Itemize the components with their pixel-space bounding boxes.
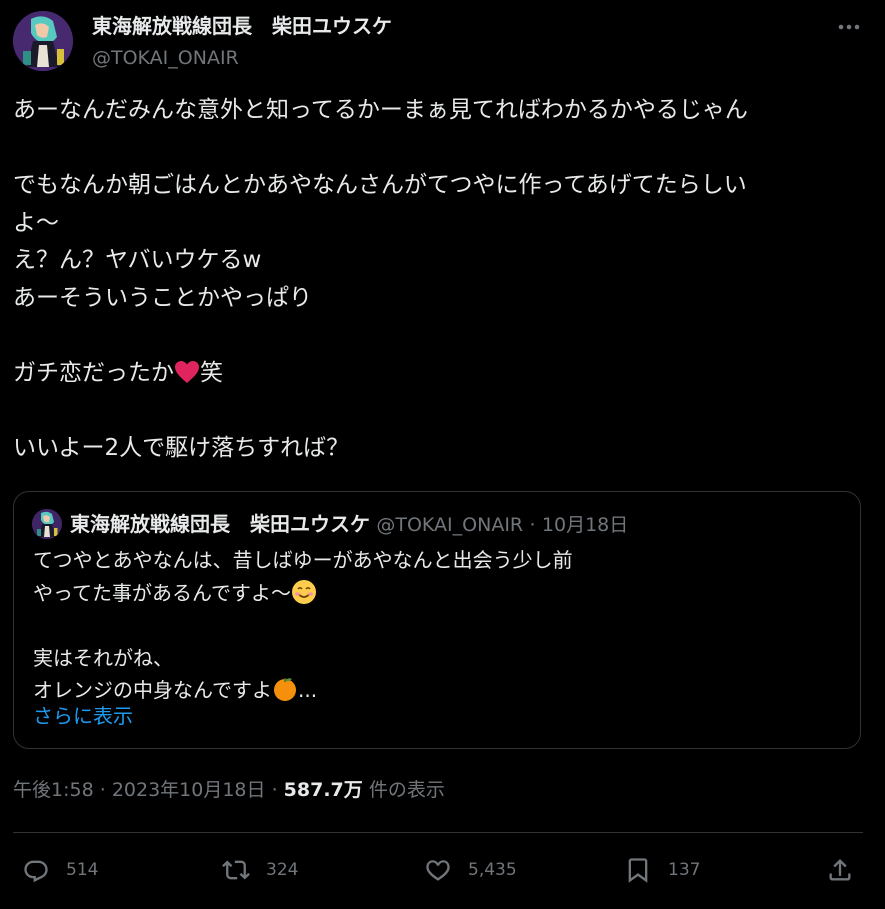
orange-emoji-icon	[274, 678, 296, 701]
tweet-line: え？ん？ヤバいウケるw	[13, 247, 262, 273]
heart-suffix: 笑	[200, 359, 223, 386]
bookmark-icon	[622, 854, 654, 886]
quote-line: てつやとあやなんは、昔しばゆーがあやなんと出会う少し前	[33, 548, 573, 572]
avatar-image-icon	[32, 509, 62, 539]
tweet-line: よ〜	[13, 209, 59, 236]
show-more-link[interactable]: さらに表示	[33, 700, 133, 732]
quote-line-text: オレンジの中身なんですよ	[33, 678, 272, 702]
tweet-meta: 午後1:58 · 2023年10月18日 · 587.7万 件の表示	[13, 775, 445, 805]
author-avatar[interactable]	[13, 11, 73, 71]
view-label: 件の表示	[368, 779, 445, 801]
quote-header: 東海解放戦線団長 柴田ユウスケ @TOKAI_ONAIR · 10月18日	[70, 510, 628, 539]
tweet-line: いいよー2人で駆け落ちすれば？	[13, 434, 350, 461]
quote-author-avatar	[32, 509, 62, 539]
like-count: 5,435	[468, 860, 517, 880]
red-heart-icon	[175, 360, 199, 383]
quote-line-text: やってた事があるんですよ〜	[33, 580, 291, 605]
tweet-line: でもなんか朝ごはんとかあやなんさんがてつやに作ってあげてたらしい	[13, 172, 747, 198]
quote-line-smile: やってた事があるんですよ〜	[33, 577, 573, 610]
bookmark-count: 137	[668, 860, 701, 880]
retweet-icon	[220, 854, 252, 886]
action-bar: 514 324 5,435 137	[0, 848, 885, 892]
quote-author-handle: @TOKAI_ONAIR	[376, 514, 524, 536]
heart-outline-icon	[422, 854, 454, 886]
tweet-line-heart: ガチ恋だったか笑	[13, 355, 853, 393]
quote-line: 実はそれがね、	[33, 645, 173, 670]
tweet-line	[13, 392, 853, 430]
bookmark-button[interactable]: 137	[622, 854, 700, 886]
meta-separator: ·	[99, 779, 106, 801]
quote-text: てつやとあやなんは、昔しばゆーがあやなんと出会う少し前 やってた事があるんですよ…	[33, 544, 573, 707]
quote-date: 10月18日	[541, 514, 629, 536]
tweet-text: あーなんだみんな意外と知ってるかーまぁ見てればわかるかやるじゃん でもなんか朝ご…	[13, 92, 853, 467]
tweet-line: あーなんだみんな意外と知ってるかーまぁ見てればわかるかやるじゃん	[13, 97, 748, 123]
retweet-count: 324	[266, 860, 299, 880]
tweet-date[interactable]: 2023年10月18日	[112, 779, 266, 801]
reply-icon	[20, 854, 52, 886]
tweet-time[interactable]: 午後1:58	[13, 779, 94, 801]
tweet-line	[13, 130, 853, 168]
quote-ellipsis: ...	[298, 678, 318, 702]
divider	[13, 832, 863, 833]
smiling-face-emoji-icon	[292, 579, 316, 604]
share-button[interactable]	[824, 854, 856, 886]
tweet: 東海解放戦線団長 柴田ユウスケ @TOKAI_ONAIR あーなんだみんな意外と…	[0, 0, 885, 909]
author-handle[interactable]: @TOKAI_ONAIR	[92, 45, 239, 71]
author-display-name[interactable]: 東海解放戦線団長 柴田ユウスケ	[92, 12, 392, 40]
avatar-image-icon	[13, 11, 73, 71]
quote-separator: ·	[529, 514, 536, 536]
like-button[interactable]: 5,435	[422, 854, 517, 886]
tweet-line	[13, 317, 853, 355]
quote-author-name: 東海解放戦線団長 柴田ユウスケ	[70, 512, 370, 536]
quote-line	[33, 609, 573, 642]
more-dots-icon	[838, 24, 860, 30]
retweet-button[interactable]: 324	[220, 854, 298, 886]
tweet-line: あーそういうことかやっぱり	[13, 284, 312, 311]
tweet-line-text: ガチ恋だったか	[13, 359, 174, 386]
meta-separator: ·	[271, 779, 278, 801]
view-count: 587.7万	[283, 779, 363, 801]
reply-button[interactable]: 514	[20, 854, 98, 886]
reply-count: 514	[66, 860, 99, 880]
share-icon	[824, 854, 856, 886]
more-options-button[interactable]	[833, 14, 865, 40]
quote-tweet-card[interactable]: 東海解放戦線団長 柴田ユウスケ @TOKAI_ONAIR · 10月18日 てつ…	[13, 491, 861, 749]
